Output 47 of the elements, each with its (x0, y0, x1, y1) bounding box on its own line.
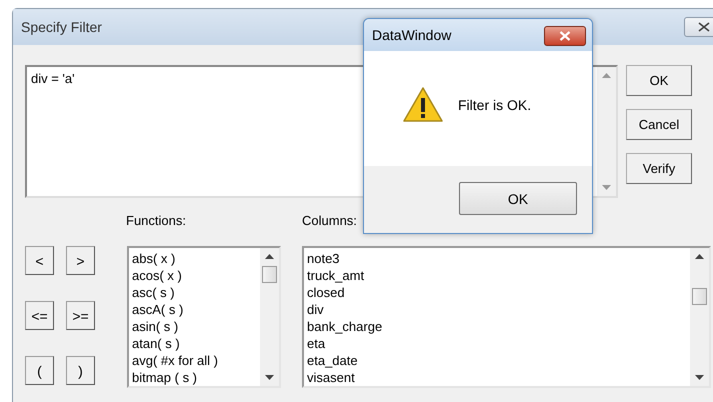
scroll-up-icon[interactable] (695, 254, 704, 259)
function-item[interactable]: atan( s ) (132, 335, 257, 352)
dialog-button[interactable]: Cancel (626, 109, 692, 140)
scrollbar-thumb[interactable] (262, 266, 277, 283)
function-item[interactable]: avg( #x for all ) (132, 352, 257, 369)
column-item[interactable]: closed (307, 284, 687, 301)
scroll-up-icon[interactable] (265, 254, 274, 259)
close-icon (698, 22, 710, 32)
dialog-button[interactable]: OK (626, 65, 692, 96)
columns-label: Columns: (302, 213, 357, 228)
scrollbar[interactable] (690, 248, 709, 386)
operator-button[interactable]: >= (66, 301, 95, 330)
operator-button[interactable]: ( (25, 356, 54, 385)
function-item[interactable]: ascA( s ) (132, 301, 257, 318)
column-item[interactable]: truck_amt (307, 267, 687, 284)
column-item[interactable]: note3 (307, 250, 687, 267)
function-item[interactable]: acos( x ) (132, 267, 257, 284)
ok-button[interactable]: OK (459, 182, 577, 215)
dialog-button[interactable]: Verify (626, 153, 692, 184)
function-item[interactable]: asin( s ) (132, 318, 257, 335)
operator-button[interactable]: <= (25, 301, 54, 330)
operator-button[interactable]: > (66, 246, 95, 275)
warning-icon (402, 86, 444, 124)
filter-expression: div = 'a' (31, 71, 75, 86)
function-item[interactable]: abs( x ) (132, 250, 257, 267)
functions-label: Functions: (126, 213, 186, 228)
columns-list[interactable]: note3 truck_amt closed div bank_charge eta eta_date visasent (302, 246, 711, 388)
column-item[interactable]: div (307, 301, 687, 318)
scroll-down-icon[interactable] (695, 375, 704, 380)
function-item[interactable]: bitmap ( s ) (132, 369, 257, 386)
operator-button[interactable]: < (25, 246, 54, 275)
function-item[interactable]: asc( s ) (132, 284, 257, 301)
scrollbar[interactable] (260, 248, 279, 386)
close-button[interactable] (684, 17, 713, 37)
dialog-title: DataWindow (372, 27, 452, 43)
column-item[interactable]: eta_date (307, 352, 687, 369)
functions-list[interactable]: abs( x ) acos( x ) asc( s ) ascA( s ) asin( s ) atan( s ) avg( #x for all ) bitmap ( s ) (127, 246, 281, 388)
scrollbar-thumb[interactable] (692, 288, 707, 305)
operator-button[interactable]: ) (66, 356, 95, 385)
column-item[interactable]: eta (307, 335, 687, 352)
dialog-message: Filter is OK. (458, 96, 532, 112)
close-icon (559, 31, 571, 41)
scroll-down-icon[interactable] (265, 375, 274, 380)
column-item[interactable]: bank_charge (307, 318, 687, 335)
window-title: Specify Filter (21, 19, 102, 35)
column-item[interactable]: visasent (307, 369, 687, 386)
close-button[interactable] (544, 26, 586, 46)
